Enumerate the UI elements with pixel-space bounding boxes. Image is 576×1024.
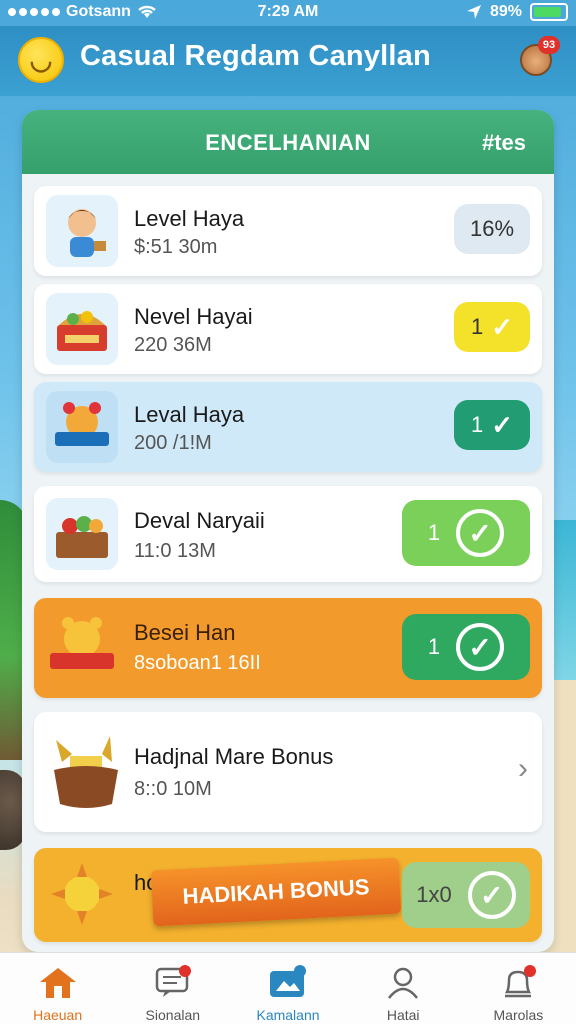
status-label: 1 [427, 520, 441, 545]
status-label: 1 [427, 634, 441, 659]
nav-item-chat[interactable]: Sionalan [115, 953, 230, 1024]
bottom-nav: Haeuan Sionalan Kamalann Hatai Marolas [0, 952, 576, 1024]
nav-label: Marolas [493, 1007, 544, 1023]
row-subtitle: 220 36M [134, 334, 212, 356]
row-title: Leval Haya [134, 402, 245, 427]
list-item[interactable]: Besei Han 8soboan1 16II 1 ✓ [34, 598, 542, 698]
row-subtitle: 11:0 13M [134, 540, 216, 562]
check-circle-icon: ✓ [467, 871, 516, 919]
bonus-banner-label: HADIKAH BONUS [181, 874, 370, 909]
row-subtitle: 200 /1!M [134, 432, 212, 454]
nav-label: Haeuan [33, 1007, 83, 1023]
battery-icon [530, 3, 568, 21]
check-icon: ✓ [491, 409, 514, 440]
list-item[interactable]: Nevel Hayai 220 36M 1 ✓ [34, 284, 542, 374]
notification-dot [178, 965, 191, 977]
treasure-chest-icon [46, 293, 118, 365]
check-icon: ✓ [491, 311, 514, 342]
location-arrow-icon [466, 5, 481, 19]
bell-icon [498, 965, 538, 1001]
row-title: Besei Han [134, 620, 236, 645]
bonus-banner[interactable]: HADIKAH BONUS [150, 857, 402, 927]
progress-pill: 16% [454, 204, 530, 254]
row-title: Deval Naryaii [134, 508, 265, 533]
bear-badge-icon [46, 391, 118, 463]
battery-percent: 89% [489, 3, 522, 20]
status-label: 1 [470, 314, 484, 339]
nav-item-photo[interactable]: Kamalann [230, 953, 345, 1024]
status-pill: 1 ✓ [454, 302, 530, 352]
row-subtitle: 8::0 10M [134, 778, 212, 800]
list-item[interactable]: Deval Naryaii 11:0 13M 1 ✓ [34, 486, 542, 582]
bonus-pill: 1x0 ✓ [402, 862, 530, 928]
panel-header: ENCELHANIAN #tes [22, 110, 554, 174]
status-label: 1 [470, 412, 484, 437]
app-header: ◡ Casual Regdam Canyllan 93 [0, 26, 576, 96]
list-item[interactable]: Level Haya $:51 30m 16% [34, 186, 542, 276]
list-item[interactable]: Leval Haya 200 /1!M 1 ✓ [34, 382, 542, 472]
fruit-basket-icon [46, 498, 118, 570]
gold-pot-icon [46, 732, 126, 812]
chevron-right-icon[interactable]: › [518, 752, 528, 786]
panel-action[interactable]: #tes [482, 130, 526, 156]
person-icon [383, 965, 423, 1001]
star-sun-icon [46, 858, 118, 930]
home-icon [38, 965, 78, 1001]
status-pill: 1 ✓ [402, 614, 530, 680]
check-circle-icon: ✓ [456, 509, 505, 557]
row-title: Nevel Hayai [134, 304, 253, 329]
nav-item-alerts[interactable]: Marolas [461, 953, 576, 1024]
character-icon [46, 195, 118, 267]
nav-label: Hatai [386, 1007, 420, 1023]
notification-badge: 93 [538, 36, 560, 54]
row-title: Hadjnal Mare Bonus [134, 744, 334, 769]
smile-coin-icon[interactable]: ◡ [18, 37, 64, 83]
status-bar: Gotsann 7:29 AM 89% [0, 0, 576, 26]
row-subtitle: $:51 30m [134, 236, 218, 258]
nav-item-home[interactable]: Haeuan [0, 953, 115, 1024]
status-pill: 1 ✓ [454, 400, 530, 450]
status-pill: 1 ✓ [402, 500, 530, 566]
level-panel: ENCELHANIAN #tes Level Haya $:51 30m 16%… [22, 110, 554, 952]
row-subtitle: 8soboan1 16II [134, 652, 261, 674]
app-title: Casual Regdam Canyllan [80, 40, 431, 72]
list-item[interactable]: Hadjnal Mare Bonus 8::0 10M › [34, 712, 542, 832]
status-right: 89% [466, 3, 568, 21]
bonus-pill-label: 1x0 [416, 882, 452, 907]
chat-icon [153, 965, 193, 1001]
nav-label: Sionalan [145, 1007, 201, 1023]
nav-item-profile[interactable]: Hatai [346, 953, 461, 1024]
row-title: Level Haya [134, 206, 245, 231]
nav-label: Kamalann [256, 1007, 320, 1023]
profile-avatar[interactable]: 93 [518, 36, 560, 78]
sun-badge-icon [46, 610, 118, 682]
panel-title: ENCELHANIAN [205, 130, 371, 155]
check-circle-icon: ✓ [456, 623, 505, 671]
bonus-item[interactable]: ho HADIKAH BONUS 1x0 ✓ [34, 848, 542, 942]
progress-label: 16% [469, 216, 515, 241]
notification-dot [294, 965, 306, 977]
photo-icon [268, 965, 308, 1001]
